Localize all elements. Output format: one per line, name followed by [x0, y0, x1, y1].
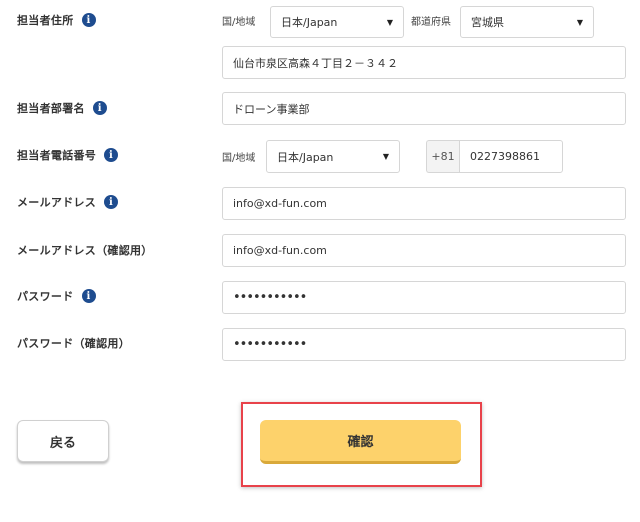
address-country-value: 日本/Japan	[281, 16, 338, 29]
phone-country-value: 日本/Japan	[277, 150, 334, 164]
department-label: 担当者部署名	[17, 102, 85, 115]
chevron-down-icon: ▼	[576, 17, 583, 27]
password-value: •••••••••••	[233, 290, 307, 305]
info-icon[interactable]: i	[81, 289, 96, 303]
chevron-down-icon: ▼	[382, 152, 389, 161]
phone-country-label: 国/地域	[222, 152, 256, 164]
password-confirm-input[interactable]: •••••••••••	[222, 328, 626, 361]
email-input[interactable]: info@xd-fun.com	[222, 187, 626, 220]
email-confirm-input[interactable]: info@xd-fun.com	[222, 234, 626, 267]
department-input[interactable]: ドローン事業部	[222, 92, 626, 125]
email-label: メールアドレス	[17, 196, 97, 209]
department-value: ドローン事業部	[233, 102, 310, 116]
phone-label: 担当者電話番号	[17, 149, 97, 162]
info-icon[interactable]: i	[104, 195, 119, 209]
address-country-select[interactable]: 日本/Japan ▼	[270, 6, 404, 38]
address-label: 担当者住所	[17, 14, 74, 27]
phone-number-input[interactable]: 0227398861	[459, 140, 563, 173]
address-label-row: 担当者住所 i	[17, 10, 96, 30]
address-country-label: 国/地域	[222, 16, 256, 28]
prefecture-label: 都道府県	[411, 16, 451, 28]
phone-number-value: 0227398861	[470, 150, 540, 163]
street-address-value: 仙台市泉区高森４丁目２－３４２	[233, 56, 398, 70]
phone-label-row: 担当者電話番号 i	[17, 145, 119, 165]
password-label: パスワード	[17, 290, 74, 303]
password-input[interactable]: •••••••••••	[222, 281, 626, 314]
email-label-row: メールアドレス i	[17, 192, 119, 212]
prefecture-select[interactable]: 宮城県 ▼	[460, 6, 594, 38]
chevron-down-icon: ▼	[386, 17, 393, 27]
password-confirm-label-row: パスワード（確認用）	[17, 333, 130, 353]
back-button[interactable]: 戻る	[17, 420, 109, 462]
phone-country-select[interactable]: 日本/Japan ▼	[266, 140, 400, 173]
department-label-row: 担当者部署名 i	[17, 98, 107, 118]
email-value: info@xd-fun.com	[233, 197, 327, 210]
confirm-button[interactable]: 確認	[260, 420, 461, 464]
password-label-row: パスワード i	[17, 286, 96, 306]
prefecture-value: 宮城県	[471, 16, 504, 29]
info-icon[interactable]: i	[104, 148, 119, 162]
info-icon[interactable]: i	[92, 101, 107, 115]
info-icon[interactable]: i	[81, 13, 96, 27]
email-confirm-label: メールアドレス（確認用）	[17, 244, 153, 257]
street-address-input[interactable]: 仙台市泉区高森４丁目２－３４２	[222, 46, 626, 79]
password-confirm-label: パスワード（確認用）	[17, 337, 130, 350]
password-confirm-value: •••••••••••	[233, 337, 307, 352]
email-confirm-label-row: メールアドレス（確認用）	[17, 240, 153, 260]
phone-country-code: +81	[426, 140, 459, 173]
email-confirm-value: info@xd-fun.com	[233, 244, 327, 257]
